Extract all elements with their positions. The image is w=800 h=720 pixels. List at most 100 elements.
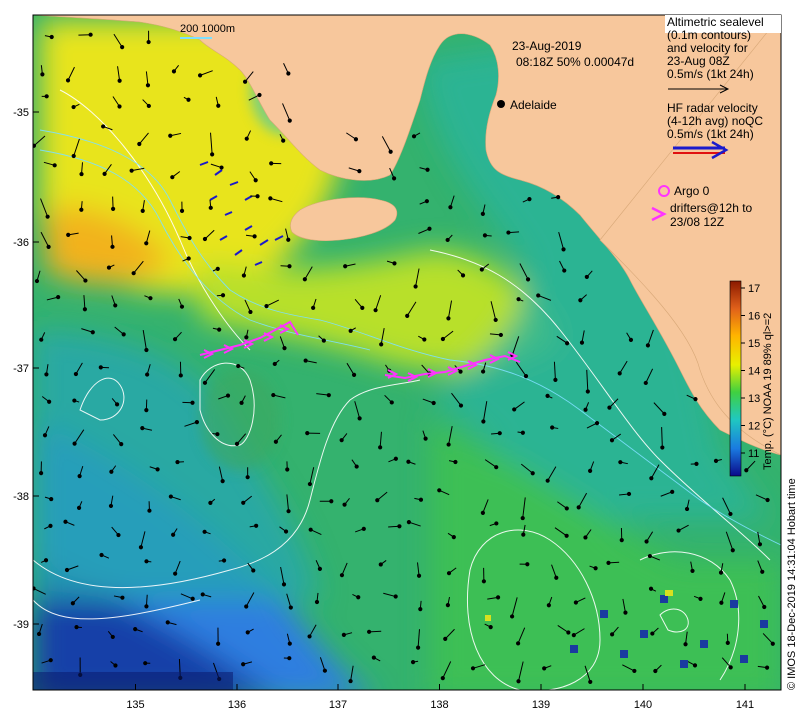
velocity-arrow-head xyxy=(480,211,485,216)
velocity-arrow-head xyxy=(133,627,138,632)
velocity-arrow-head xyxy=(553,377,558,382)
velocity-arrow-head xyxy=(83,278,88,283)
velocity-arrow-head xyxy=(445,603,450,608)
velocity-arrow-head xyxy=(172,337,178,342)
velocity-arrow-head xyxy=(644,539,649,544)
velocity-arrow-head xyxy=(36,631,42,637)
velocity-arrow-head xyxy=(593,566,598,571)
velocity-arrow-head xyxy=(445,237,450,243)
velocity-arrow-head xyxy=(609,438,615,443)
velocity-arrow-head xyxy=(269,161,274,166)
velocity-arrow-head xyxy=(512,407,517,412)
velocity-arrow-head xyxy=(446,316,451,321)
velocity-arrow-head xyxy=(34,278,40,284)
velocity-arrow-head xyxy=(584,274,589,280)
scale-bar-label: 200 1000m xyxy=(180,23,235,35)
velocity-arrow-head xyxy=(416,573,422,578)
velocity-arrow-head xyxy=(281,582,287,587)
velocity-arrow-head xyxy=(351,372,357,377)
velocity-arrow-head xyxy=(527,196,532,202)
velocity-arrow-head xyxy=(610,632,615,637)
velocity-arrow-head xyxy=(202,529,207,534)
velocity-arrow-head xyxy=(140,208,145,213)
velocity-arrow-head xyxy=(129,168,134,173)
velocity-arrow-head xyxy=(713,458,719,463)
velocity-arrow-head xyxy=(321,338,326,343)
velocity-arrow-head xyxy=(210,152,215,157)
velocity-arrow-head xyxy=(137,141,142,147)
velocity-arrow-head xyxy=(618,460,623,465)
velocity-arrow-head xyxy=(632,668,637,674)
velocity-arrow-head xyxy=(437,488,442,493)
velocity-arrow-head xyxy=(494,465,499,470)
velocity-arrow-head xyxy=(326,393,331,398)
velocity-arrow-head xyxy=(516,679,521,684)
velocity-arrow-head xyxy=(662,411,667,416)
velocity-arrow-head xyxy=(175,459,180,465)
velocity-arrow-head xyxy=(525,562,530,567)
velocity-arrow-head xyxy=(497,431,502,436)
velocity-arrow-head xyxy=(660,445,665,450)
velocity-arrow-head xyxy=(647,553,653,559)
lon-tick-label: 139 xyxy=(532,699,550,711)
velocity-arrow-head xyxy=(617,371,622,376)
velocity-arrow-head xyxy=(322,668,328,673)
sst-map: Adelaide 200 1000m 23-Aug-2019 08:18Z 50… xyxy=(13,14,798,711)
velocity-arrow-head xyxy=(257,92,262,98)
velocity-arrow-head xyxy=(564,506,569,511)
velocity-arrow-head xyxy=(253,178,258,183)
velocity-arrow-head xyxy=(583,535,588,540)
velocity-arrow-head xyxy=(171,532,176,537)
velocity-arrow-head xyxy=(416,645,421,650)
velocity-arrow-head xyxy=(523,374,529,379)
velocity-arrow-head xyxy=(393,594,398,599)
velocity-arrow-head xyxy=(208,205,213,210)
velocity-arrow-head xyxy=(425,167,430,172)
velocity-arrow-head xyxy=(197,73,203,78)
velocity-arrow-head xyxy=(251,568,256,573)
velocity-arrow-head xyxy=(545,393,550,399)
velocity-arrow-head xyxy=(99,552,104,558)
velocity-arrow-head xyxy=(39,470,44,476)
velocity-arrow-head xyxy=(186,256,191,261)
velocity-arrow-head xyxy=(440,676,445,681)
velocity-arrow-head xyxy=(244,335,249,340)
velocity-arrow-head xyxy=(102,171,107,176)
velocity-arrow-head xyxy=(356,595,361,600)
velocity-arrow-head xyxy=(244,136,249,141)
velocity-arrow-head xyxy=(287,118,292,123)
velocity-arrow-head xyxy=(143,661,148,666)
velocity-arrow-head xyxy=(234,441,240,446)
velocity-arrow-head xyxy=(302,277,307,282)
velocity-arrow-head xyxy=(245,475,250,480)
svg-text:drifters@12h to: drifters@12h to xyxy=(670,201,753,215)
svg-text:23-Aug 08Z: 23-Aug 08Z xyxy=(667,54,730,68)
velocity-arrow-head xyxy=(520,515,525,521)
velocity-arrow-head xyxy=(70,601,75,606)
velocity-arrow-head xyxy=(443,636,448,641)
velocity-arrow-head xyxy=(564,533,569,538)
velocity-arrow-head xyxy=(190,400,195,405)
svg-text:(4-12h avg) noQC: (4-12h avg) noQC xyxy=(667,114,763,128)
velocity-arrow-head xyxy=(744,468,749,473)
velocity-arrow-head xyxy=(588,468,593,473)
velocity-arrow-head xyxy=(506,230,511,235)
velocity-arrow-head xyxy=(585,389,590,394)
velocity-arrow-head xyxy=(144,604,149,609)
velocity-arrow-head xyxy=(342,502,347,507)
velocity-arrow-head xyxy=(643,380,648,386)
velocity-arrow-head xyxy=(446,571,452,576)
velocity-arrow-head xyxy=(144,241,149,246)
lon-tick-label: 137 xyxy=(329,699,347,711)
svg-text:HF radar velocity: HF radar velocity xyxy=(667,101,758,115)
velocity-arrow-head xyxy=(111,206,116,211)
velocity-arrow-head xyxy=(693,397,698,402)
velocity-arrow-head xyxy=(481,369,486,374)
velocity-arrow-head xyxy=(311,305,316,310)
velocity-arrow-head xyxy=(178,373,183,378)
velocity-arrow-head xyxy=(40,72,45,77)
lon-tick-label: 138 xyxy=(430,699,448,711)
velocity-arrow-head xyxy=(388,149,393,154)
velocity-arrow-head xyxy=(220,479,225,484)
velocity-arrow-head xyxy=(397,524,402,529)
